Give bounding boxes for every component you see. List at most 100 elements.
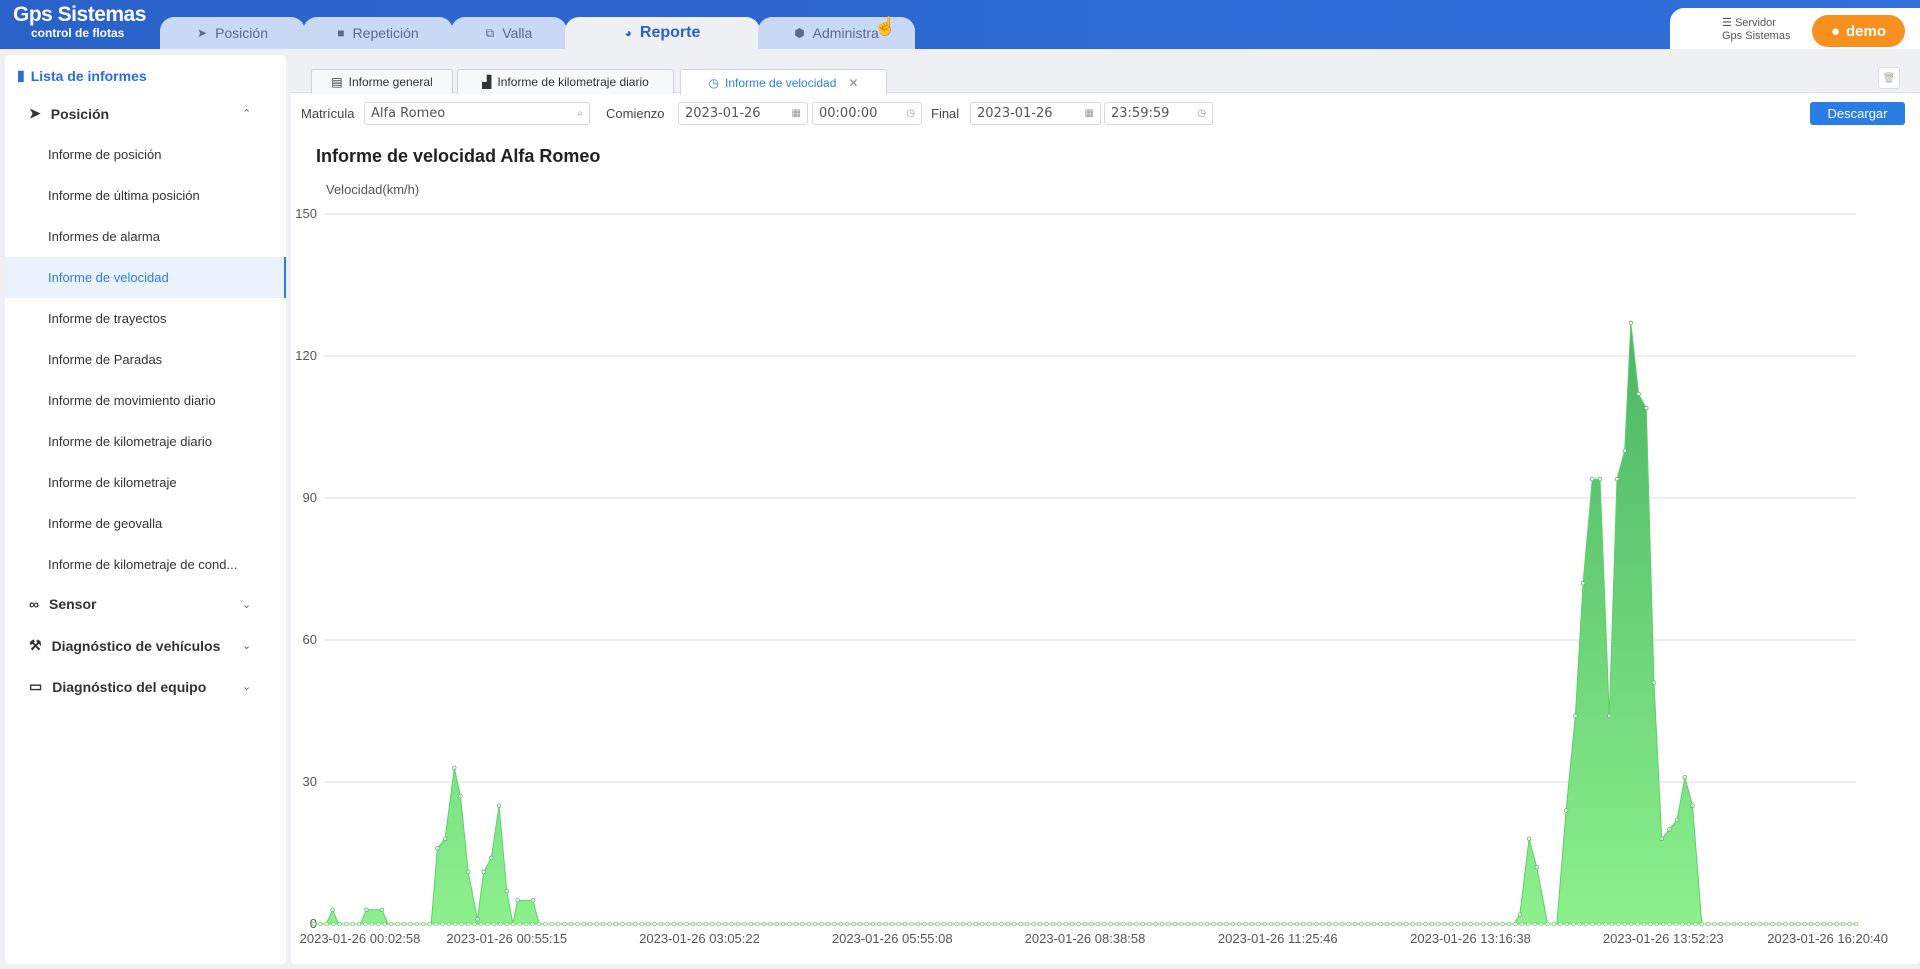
y-tick-label: 90: [303, 490, 317, 505]
data-point: [1487, 921, 1492, 927]
chevron-down-icon[interactable]: ⌄: [242, 639, 251, 652]
data-point: [1821, 921, 1827, 927]
data-point: [382, 921, 387, 927]
data-point: [1365, 921, 1370, 927]
data-point: [825, 921, 831, 927]
data-point: [697, 921, 702, 927]
data-point: [1455, 921, 1460, 927]
book-icon: ▮: [17, 67, 25, 83]
chevron-down-icon[interactable]: ⌄: [242, 680, 251, 693]
chevron-down-icon[interactable]: ⌄: [242, 598, 251, 611]
data-point: [465, 921, 471, 927]
sidebar-item-paradas[interactable]: Informe de Paradas: [5, 339, 286, 380]
data-point: [1614, 476, 1620, 482]
data-point: [363, 921, 368, 927]
data-point: [613, 921, 619, 927]
sidebar-item-kilometraje[interactable]: Informe de kilometraje: [5, 462, 286, 503]
data-point: [710, 921, 715, 927]
data-point: [1596, 921, 1602, 927]
data-point: [652, 921, 657, 927]
sidebar-group-sensor[interactable]: ∞ Sensor: [29, 596, 96, 612]
data-point: [684, 921, 689, 927]
data-point: [1580, 581, 1586, 586]
data-point: [1674, 817, 1680, 823]
data-point: [1763, 921, 1769, 927]
x-tick-label: 2023-01-26 00:55:15: [446, 931, 567, 946]
send-icon: ➤: [197, 26, 208, 40]
data-point: [1654, 921, 1660, 927]
data-point: [1057, 921, 1062, 927]
data-point: [504, 921, 509, 927]
data-point: [1339, 921, 1345, 927]
x-tick-label: 2023-01-26 13:16:38: [1410, 931, 1531, 946]
sidebar-item-alarma[interactable]: Informes de alarma: [5, 216, 286, 257]
speed-chart: 03060901201502023-01-26 00:02:582023-01-…: [295, 206, 1888, 946]
sidebar-item-informe-posicion[interactable]: Informe de posición: [5, 134, 286, 175]
data-point: [433, 921, 439, 927]
data-point: [1076, 921, 1081, 927]
sidebar-group-posicion[interactable]: ➤ Posición: [29, 105, 109, 122]
data-point: [1237, 921, 1242, 927]
data-point: [1461, 921, 1467, 927]
data-point: [356, 921, 362, 927]
sidebar-item-geovalla[interactable]: Informe de geovalla: [5, 503, 286, 544]
data-point: [379, 907, 385, 912]
data-point: [1789, 921, 1794, 927]
x-tick-label: 2023-01-26 13:52:23: [1603, 931, 1724, 946]
data-point: [1545, 921, 1550, 927]
sidebar-item-ultima-posicion[interactable]: Informe de última posición: [5, 175, 286, 216]
hammer-icon: ⚒: [29, 637, 42, 653]
data-point: [1384, 921, 1390, 927]
nav-tab-valla[interactable]: ⧉ Valla: [451, 17, 567, 49]
sidebar-group-diagnostico-vehiculos[interactable]: ⚒ Diagnóstico de vehículos: [29, 637, 220, 654]
pointer-cursor-icon: ☝: [874, 16, 897, 36]
nav-tab-label: Posición: [215, 25, 268, 41]
sidebar-item-kilometraje-conductor[interactable]: Informe de kilometraje de cond...: [5, 544, 286, 585]
user-menu-button[interactable]: ● demo: [1812, 15, 1905, 47]
data-point: [1500, 921, 1505, 927]
nav-tab-repeticion[interactable]: ■ Repetición: [303, 17, 453, 49]
data-point: [1690, 803, 1695, 808]
data-point: [1127, 921, 1133, 927]
data-point: [337, 921, 342, 927]
data-point: [1346, 921, 1351, 927]
data-point: [645, 921, 651, 927]
server-selector[interactable]: ☰ Servidor Gps Sistemas: [1722, 17, 1790, 43]
data-point: [941, 921, 946, 927]
data-point: [742, 921, 747, 927]
data-point: [472, 921, 477, 927]
x-tick-label: 2023-01-26 03:05:22: [639, 931, 760, 946]
data-point: [967, 921, 972, 927]
nav-tab-reporte[interactable]: ◕ Reporte: [565, 17, 760, 49]
x-tick-label: 2023-01-26 05:55:08: [832, 931, 953, 946]
data-point: [427, 921, 432, 927]
data-point: [1738, 921, 1743, 927]
nav-tab-posicion[interactable]: ➤ Posición: [160, 17, 305, 49]
data-point: [421, 921, 426, 927]
data-point: [1481, 921, 1486, 927]
data-point: [1802, 921, 1807, 927]
logo-title: Gps Sistemas: [13, 3, 146, 26]
data-point: [857, 921, 863, 927]
sidebar-item-kilometraje-diario[interactable]: Informe de kilometraje diario: [5, 421, 286, 462]
data-point: [1590, 921, 1595, 927]
data-point: [496, 803, 502, 808]
sidebar-item-trayectos[interactable]: Informe de trayectos: [5, 298, 286, 339]
data-point: [1217, 921, 1223, 927]
data-point: [549, 921, 554, 927]
sidebar-item-velocidad[interactable]: Informe de velocidad: [5, 257, 286, 298]
chevron-up-icon[interactable]: ⌃: [242, 107, 251, 120]
data-point: [1725, 921, 1730, 927]
sidebar-group-diagnostico-equipo[interactable]: ▭ Diagnóstico del equipo: [29, 678, 206, 695]
data-point: [491, 921, 497, 927]
data-point: [1731, 921, 1737, 927]
data-point: [1622, 921, 1627, 927]
data-point: [1551, 921, 1557, 927]
data-point: [1089, 921, 1094, 927]
data-point: [1597, 476, 1603, 482]
data-point: [1659, 836, 1664, 841]
data-point: [1673, 921, 1679, 927]
sidebar-item-movimiento-diario[interactable]: Informe de movimiento diario: [5, 380, 286, 421]
fence-icon: ⧉: [485, 25, 495, 40]
data-point: [1320, 921, 1325, 927]
